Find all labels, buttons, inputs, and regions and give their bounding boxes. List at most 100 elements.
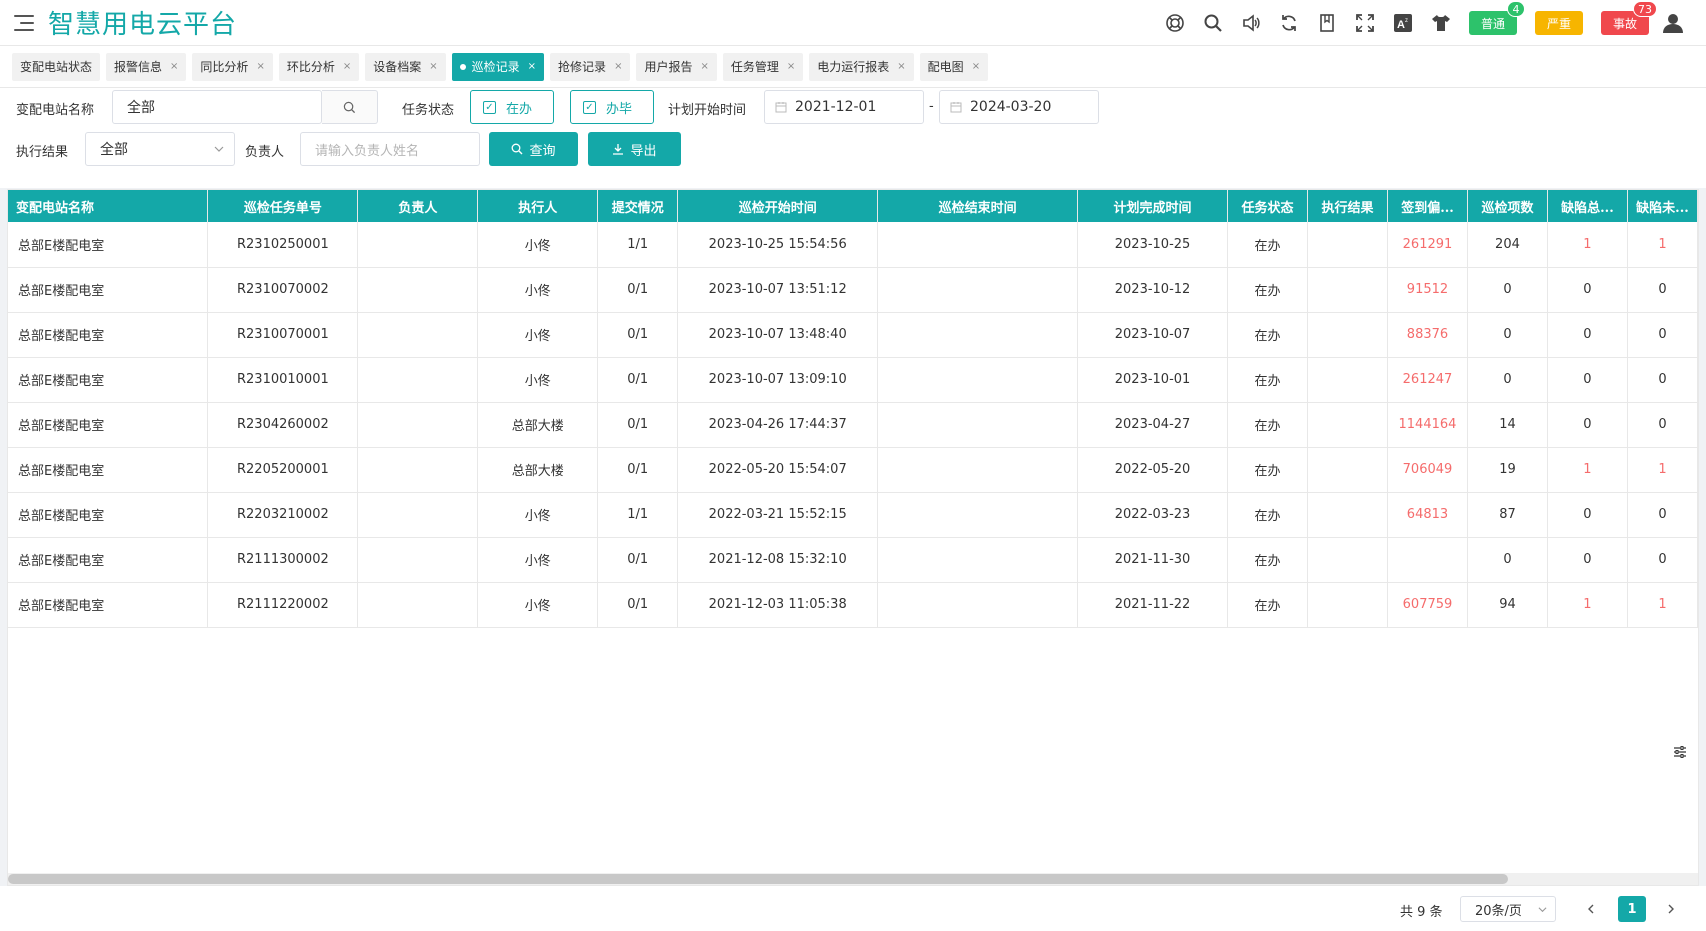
column-header[interactable]: 缺陷未... xyxy=(1627,190,1698,222)
owner-input[interactable]: 请输入负责人姓名 xyxy=(300,132,480,166)
table-row[interactable]: 总部E楼配电室 R2304260002 总部大楼 0/1 2023-04-26 17:4… xyxy=(8,402,1698,448)
column-header[interactable]: 任务状态 xyxy=(1227,190,1308,222)
result-select[interactable]: 全部 xyxy=(85,132,235,166)
tab-4[interactable]: 设备档案 × xyxy=(365,52,446,81)
volume-icon[interactable] xyxy=(1241,13,1261,33)
table-cell: 0 xyxy=(1467,357,1548,403)
tab-10[interactable]: 配电图 × xyxy=(919,52,989,81)
status-done-checkbox[interactable]: ✓ 办毕 xyxy=(570,90,654,124)
table-cell: 0 xyxy=(1627,492,1698,538)
column-header[interactable]: 执行结果 xyxy=(1307,190,1388,222)
support-icon[interactable] xyxy=(1165,13,1185,33)
close-icon[interactable]: × xyxy=(343,61,351,72)
table-row[interactable]: 总部E楼配电室 R2111300002 小佟 0/1 2021-12-08 15:32:… xyxy=(8,537,1698,583)
tab-0[interactable]: 变配电站状态 xyxy=(12,52,101,81)
tab-3[interactable]: 环比分析 × xyxy=(278,52,360,81)
app-title: 智慧用电云平台 xyxy=(48,10,238,40)
horizontal-scrollbar[interactable] xyxy=(8,873,1698,885)
table-cell: 14 xyxy=(1467,402,1548,448)
table-cell: 0 xyxy=(1467,267,1548,313)
prev-page-icon[interactable] xyxy=(1580,898,1602,920)
table-row[interactable]: 总部E楼配电室 R2111220002 小佟 0/1 2021-12-03 11:05:… xyxy=(8,582,1698,628)
alert-serious-button[interactable]: 严重 xyxy=(1534,11,1583,35)
table-cell: 2023-10-07 13:48:40 xyxy=(677,312,879,358)
tab-9[interactable]: 电力运行报表 × xyxy=(809,52,914,81)
station-select[interactable]: 全部 xyxy=(112,90,322,124)
alert-accident-button[interactable]: 事故 73 xyxy=(1600,1,1657,35)
tab-6[interactable]: 抢修记录 × xyxy=(550,52,631,81)
tab-label: 设备档案 xyxy=(373,60,422,74)
table-cell: 1 xyxy=(1547,447,1628,493)
close-icon[interactable]: × xyxy=(972,61,980,72)
page-number-current[interactable]: 1 xyxy=(1618,896,1646,922)
table-row[interactable]: 总部E楼配电室 R2310070002 小佟 0/1 2023-10-07 13:51:… xyxy=(8,267,1698,313)
table-cell: 1 xyxy=(1547,582,1628,628)
refresh-icon[interactable] xyxy=(1279,13,1299,33)
tab-7[interactable]: 用户报告 × xyxy=(636,52,717,81)
table-cell: 在办 xyxy=(1227,492,1308,538)
date-to-input[interactable]: 2024-03-20 xyxy=(939,90,1099,124)
export-button[interactable]: 导出 xyxy=(588,132,681,166)
menu-toggle-icon[interactable] xyxy=(14,14,34,31)
column-settings-icon[interactable] xyxy=(1672,744,1688,760)
date-from-input[interactable]: 2021-12-01 xyxy=(764,90,924,124)
table-cell: 2022-03-23 xyxy=(1077,492,1229,538)
tab-2[interactable]: 同比分析 × xyxy=(192,52,273,81)
search-icon[interactable] xyxy=(1203,13,1223,33)
close-icon[interactable]: × xyxy=(700,61,708,72)
column-header[interactable]: 巡检项数 xyxy=(1467,190,1548,222)
table-cell: R2310070001 xyxy=(207,312,359,358)
tab-bar: 变配电站状态 报警信息 × 同比分析 × 环比分析 × 设备档案 × 巡检记录 × 抢修记录 × 用户报告… xyxy=(0,46,1706,88)
next-page-icon[interactable] xyxy=(1660,898,1682,920)
plan-start-label: 计划开始时间 xyxy=(668,103,747,118)
tab-5[interactable]: 巡检记录 × xyxy=(451,52,545,81)
close-icon[interactable]: × xyxy=(614,61,622,72)
translate-icon[interactable]: Az xyxy=(1393,13,1413,33)
table-cell: R2310250001 xyxy=(207,222,359,268)
tab-8[interactable]: 任务管理 × xyxy=(722,52,804,81)
column-header[interactable]: 负责人 xyxy=(357,190,479,222)
owner-label: 负责人 xyxy=(245,145,285,160)
table-row[interactable]: 总部E楼配电室 R2205200001 总部大楼 0/1 2022-05-20 15:5… xyxy=(8,447,1698,493)
close-icon[interactable]: × xyxy=(256,61,264,72)
alert-normal-button[interactable]: 普通 4 xyxy=(1468,1,1525,35)
column-header[interactable]: 巡检任务单号 xyxy=(207,190,359,222)
scrollbar-thumb[interactable] xyxy=(8,874,1508,884)
column-header[interactable]: 巡检开始时间 xyxy=(677,190,879,222)
status-label: 任务状态 xyxy=(402,103,455,118)
table-row[interactable]: 总部E楼配电室 R2310070001 小佟 0/1 2023-10-07 13:48:… xyxy=(8,312,1698,358)
bookmark-icon[interactable] xyxy=(1317,13,1337,33)
table-row[interactable]: 总部E楼配电室 R2310010001 小佟 0/1 2023-10-07 13:09:… xyxy=(8,357,1698,403)
alert-normal-count: 4 xyxy=(1506,1,1525,17)
skin-icon[interactable] xyxy=(1431,13,1451,33)
table-cell: 在办 xyxy=(1227,357,1308,403)
table-cell: 在办 xyxy=(1227,312,1308,358)
tab-label: 报警信息 xyxy=(114,60,163,74)
column-header[interactable]: 计划完成时间 xyxy=(1077,190,1229,222)
status-in-progress-checkbox[interactable]: ✓ 在办 xyxy=(470,90,554,124)
tab-1[interactable]: 报警信息 × xyxy=(106,52,187,81)
table-row[interactable]: 总部E楼配电室 R2203210002 小佟 1/1 2022-03-21 15:52:… xyxy=(8,492,1698,538)
column-header[interactable]: 巡检结束时间 xyxy=(877,190,1079,222)
close-icon[interactable]: × xyxy=(787,61,795,72)
column-header[interactable]: 变配电站名称 xyxy=(8,190,209,222)
query-button[interactable]: 查询 xyxy=(489,132,578,166)
user-avatar-icon[interactable] xyxy=(1662,12,1684,34)
column-header[interactable]: 缺陷总... xyxy=(1547,190,1628,222)
table-cell: 2023-04-27 xyxy=(1077,402,1229,448)
table-cell: 261247 xyxy=(1387,357,1468,403)
table-row[interactable]: 总部E楼配电室 R2310250001 小佟 1/1 2023-10-25 15:54:… xyxy=(8,222,1698,268)
page-size-select[interactable]: 20条/页 xyxy=(1460,896,1556,922)
station-search-button[interactable] xyxy=(322,90,378,124)
close-icon[interactable]: × xyxy=(429,61,437,72)
close-icon[interactable]: × xyxy=(170,61,178,72)
column-header[interactable]: 提交情况 xyxy=(597,190,679,222)
table-cell xyxy=(877,447,1079,493)
close-icon[interactable]: × xyxy=(897,61,905,72)
table-cell: 2022-05-20 xyxy=(1077,447,1229,493)
column-header[interactable]: 执行人 xyxy=(477,190,599,222)
column-header[interactable]: 签到偏... xyxy=(1387,190,1468,222)
close-icon[interactable]: × xyxy=(528,61,536,72)
fullscreen-icon[interactable] xyxy=(1355,13,1375,33)
table-cell: 总部E楼配电室 xyxy=(8,312,209,358)
